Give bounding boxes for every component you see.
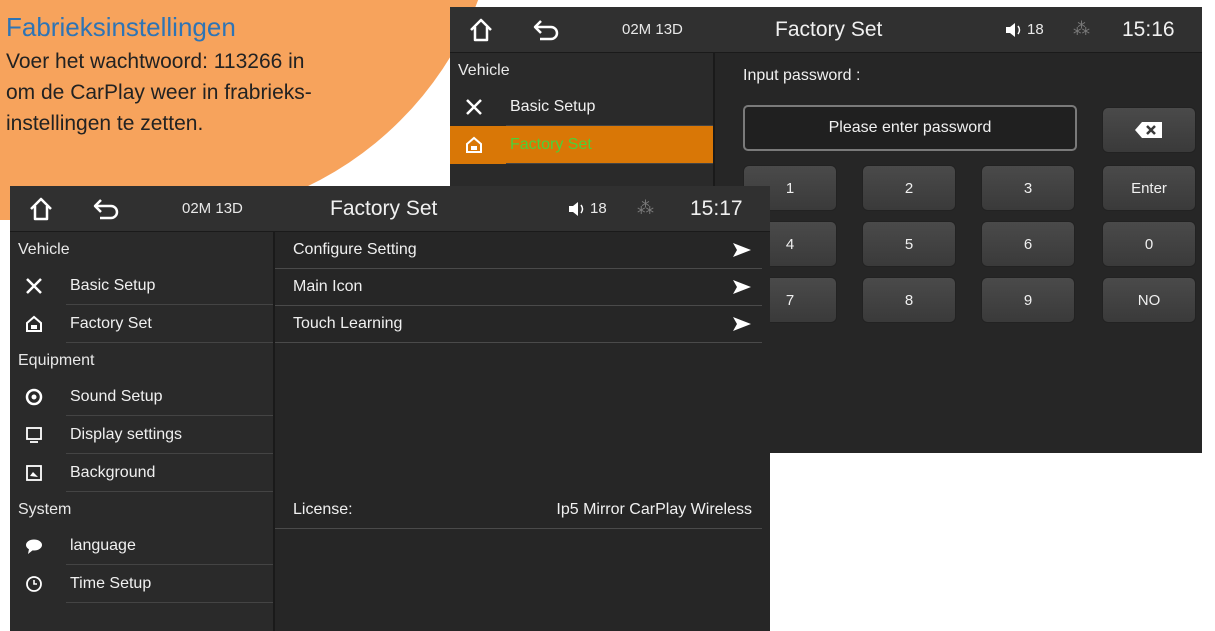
sidebar-item-time-setup[interactable]: Time Setup xyxy=(10,565,273,603)
speaker-icon xyxy=(24,387,44,407)
arrow-right-icon xyxy=(733,243,751,257)
enter-button[interactable]: Enter xyxy=(1102,165,1196,211)
sidebar-item-language[interactable]: language xyxy=(10,527,273,565)
password-input[interactable]: Please enter password xyxy=(743,105,1077,151)
license-row: License: Ip5 Mirror CarPlay Wireless xyxy=(275,492,762,529)
factory-set-screen: 02M 13D Factory Set 18 ⁂ 15:17 Vehicle B… xyxy=(10,186,770,631)
back-icon[interactable] xyxy=(532,17,560,43)
sidebar-item-basic-setup[interactable]: Basic Setup xyxy=(10,267,273,305)
tools-icon xyxy=(24,276,44,296)
sidebar-item-label: Basic Setup xyxy=(70,277,156,294)
note-line: om de CarPlay weer in frabrieks- xyxy=(6,81,312,104)
note-title: Fabrieksinstellingen xyxy=(6,12,236,42)
section-heading: Vehicle xyxy=(458,62,510,79)
sidebar-item-basic-setup[interactable]: Basic Setup xyxy=(450,88,713,126)
date-label: 02M 13D xyxy=(622,21,683,38)
clock-time: 15:17 xyxy=(690,197,743,220)
section-heading: System xyxy=(18,501,72,518)
settings-content: Configure Setting Main Icon Touch Learni… xyxy=(275,232,770,631)
date-label: 02M 13D xyxy=(182,200,243,217)
menu-row-touch-learning[interactable]: Touch Learning xyxy=(275,306,762,343)
sidebar-item-display-settings[interactable]: Display settings xyxy=(10,416,273,454)
sidebar-item-background[interactable]: Background xyxy=(10,454,273,492)
volume-indicator[interactable]: 18 xyxy=(1005,21,1044,38)
sidebar-item-label: Factory Set xyxy=(70,315,152,332)
volume-level: 18 xyxy=(1027,21,1044,38)
sidebar-item-label: Background xyxy=(70,464,156,481)
sidebar-item-sound-setup[interactable]: Sound Setup xyxy=(10,378,273,416)
menu-row-label: Configure Setting xyxy=(293,241,417,258)
speech-bubble-icon xyxy=(24,536,44,556)
bluetooth-icon: ⁂ xyxy=(1073,19,1090,38)
section-heading: Vehicle xyxy=(18,241,70,258)
sidebar-item-factory-set[interactable]: Factory Set xyxy=(450,126,713,164)
sidebar-item-label: language xyxy=(70,537,136,554)
menu-row-main-icon[interactable]: Main Icon xyxy=(275,269,762,306)
keypad-key[interactable]: 6 xyxy=(981,221,1075,267)
screen-title: Factory Set xyxy=(330,197,438,220)
menu-row-label: Touch Learning xyxy=(293,315,403,332)
instruction-note: Fabrieksinstellingen Voer het wachtwoord… xyxy=(6,10,436,139)
keypad-key[interactable]: 5 xyxy=(862,221,956,267)
background-icon xyxy=(24,463,44,483)
volume-icon xyxy=(569,201,584,216)
license-value: Ip5 Mirror CarPlay Wireless xyxy=(556,501,752,518)
volume-icon xyxy=(1006,22,1021,37)
screen-title: Factory Set xyxy=(775,18,883,41)
note-line: instellingen te zetten. xyxy=(6,112,204,135)
license-label: License: xyxy=(293,501,353,518)
menu-row-configure-setting[interactable]: Configure Setting xyxy=(275,232,762,269)
volume-indicator[interactable]: 18 xyxy=(568,200,607,217)
keypad-key[interactable]: 2 xyxy=(862,165,956,211)
section-heading: Equipment xyxy=(18,352,95,369)
note-line: Voer het wachtwoord: 113266 in xyxy=(6,50,305,73)
sidebar-item-label: Sound Setup xyxy=(70,388,163,405)
home-icon[interactable] xyxy=(28,196,54,222)
clock-icon xyxy=(24,574,44,594)
sidebar-item-label: Factory Set xyxy=(510,136,592,153)
bluetooth-icon: ⁂ xyxy=(637,198,654,217)
home-icon[interactable] xyxy=(468,17,494,43)
arrow-right-icon xyxy=(733,317,751,331)
keypad-key[interactable]: 0 xyxy=(1102,221,1196,267)
status-bar: 02M 13D Factory Set 18 ⁂ 15:16 xyxy=(450,7,1202,53)
sidebar-item-factory-set[interactable]: Factory Set xyxy=(10,305,273,343)
tools-icon xyxy=(464,97,484,117)
menu-row-label: Main Icon xyxy=(293,278,363,295)
keypad-key[interactable]: 3 xyxy=(981,165,1075,211)
keypad-key[interactable]: 8 xyxy=(862,277,956,323)
sidebar: Vehicle Basic Setup Factory Set Equipmen… xyxy=(10,232,275,631)
status-bar: 02M 13D Factory Set 18 ⁂ 15:17 xyxy=(10,186,770,232)
clock-time: 15:16 xyxy=(1122,18,1175,41)
volume-level: 18 xyxy=(590,200,607,217)
password-label: Input password : xyxy=(743,67,861,84)
back-icon[interactable] xyxy=(92,196,120,222)
backspace-icon xyxy=(1135,122,1162,138)
factory-icon xyxy=(24,314,44,334)
sidebar-item-label: Basic Setup xyxy=(510,98,596,115)
sidebar-item-label: Display settings xyxy=(70,426,183,443)
keypad-key[interactable]: 9 xyxy=(981,277,1075,323)
no-button[interactable]: NO xyxy=(1102,277,1196,323)
backspace-button[interactable] xyxy=(1102,107,1196,153)
factory-icon xyxy=(464,135,484,155)
sidebar-item-label: Time Setup xyxy=(70,575,152,592)
arrow-right-icon xyxy=(733,280,751,294)
display-icon xyxy=(24,425,44,445)
note-body: Voer het wachtwoord: 113266 in om de Car… xyxy=(6,46,436,139)
